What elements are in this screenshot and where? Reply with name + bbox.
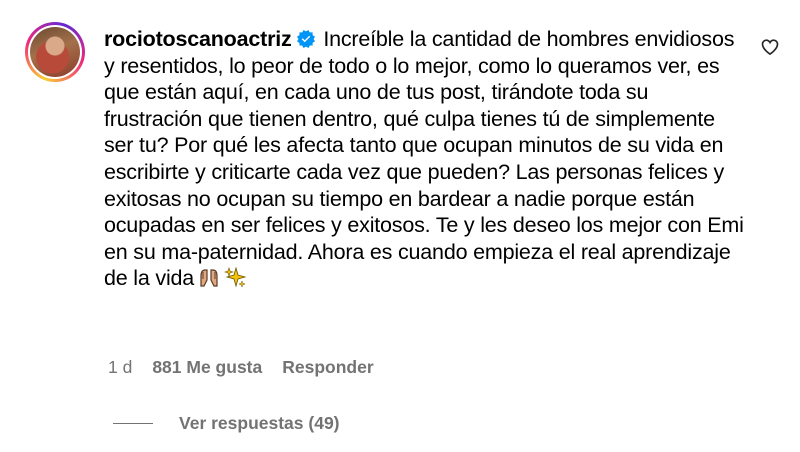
sparkles-emoji xyxy=(224,266,247,295)
heart-outline-icon[interactable] xyxy=(760,37,780,57)
avatar[interactable] xyxy=(25,22,85,82)
reply-button[interactable]: Responder xyxy=(282,357,373,378)
view-replies-label: Ver respuestas (49) xyxy=(179,413,340,433)
replies-divider-line xyxy=(113,423,153,424)
comment-text: Increíble la cantidad de hombres envidio… xyxy=(104,27,744,291)
comment-meta: 1 d 881 Me gusta Responder xyxy=(108,357,374,378)
view-replies-button[interactable]: Ver respuestas (49) xyxy=(113,413,340,434)
comment-likes[interactable]: 881 Me gusta xyxy=(152,357,262,378)
comment-time[interactable]: 1 d xyxy=(108,357,132,378)
comment-username[interactable]: rociotoscanoactriz xyxy=(104,27,292,51)
comment-body: rociotoscanoactriz Increíble la cantidad… xyxy=(104,26,744,295)
avatar-photo xyxy=(30,27,80,77)
verified-badge-icon xyxy=(296,30,315,48)
raising-hands-emoji xyxy=(198,266,220,295)
avatar-ring-gap xyxy=(28,25,82,79)
